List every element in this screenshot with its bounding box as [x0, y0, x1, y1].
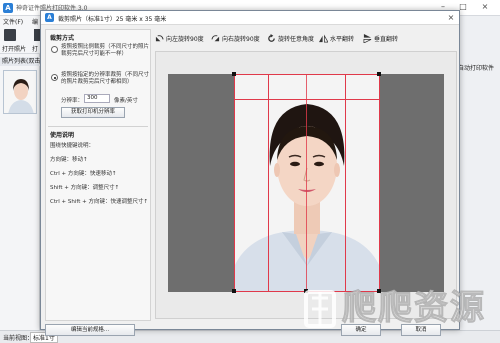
flip-horizontal-icon: [319, 33, 328, 42]
edit-template-button[interactable]: 编辑当前规格...: [45, 324, 135, 336]
watermark-text: 爬爬资源: [342, 288, 486, 329]
open-photo-icon[interactable]: [4, 29, 16, 41]
rotate-left-icon: [155, 34, 164, 41]
dialog-app-icon: A: [45, 13, 54, 22]
flip-vertical-button[interactable]: 垂直翻转: [363, 32, 398, 44]
settings-panel: 裁剪方式 按照按照比例裁剪（不同尺寸的照片裁剪完后尺寸可能不一样） 按照按指定的…: [45, 29, 151, 321]
dialog-title-bar: A 裁剪照片（标准1寸）25 毫米 x 35 毫米 ×: [41, 11, 459, 25]
help-line: Ctrl + 方向键：快速移动↑: [50, 171, 117, 177]
help-title: 使用说明: [50, 132, 75, 139]
rotate-right-icon: [211, 34, 220, 41]
dialog-title: 裁剪照片（标准1寸）25 毫米 x 35 毫米: [58, 16, 167, 23]
portrait-photo[interactable]: [234, 74, 380, 292]
guide-line-head-top: [234, 99, 380, 100]
crop-line-right: [379, 74, 380, 292]
rotate-right-button[interactable]: 向右旋转90度: [211, 32, 260, 44]
menu-edit[interactable]: 编: [32, 17, 38, 26]
watermark: 爬爬资源: [300, 282, 500, 332]
open-photo-button[interactable]: 打开照片: [2, 44, 26, 53]
guide-line-right: [345, 74, 346, 292]
resize-handle-bottom-left[interactable]: [232, 289, 236, 293]
resize-handle-top-left[interactable]: [232, 72, 236, 76]
crop-line-top: [234, 74, 380, 75]
help-line: 方向键：移动↑: [50, 157, 88, 163]
status-label: 当前视图：: [3, 335, 34, 342]
edit-toolbar: 向左旋转90度 向右旋转90度 旋转任意角度 水平翻转 垂直翻转: [155, 29, 457, 47]
help-line: Shift + 方向键：调整尺寸↑: [50, 185, 120, 191]
photo-list-header: 照片列表(双击: [0, 57, 40, 66]
radio-crop-by-dpi[interactable]: [51, 74, 58, 81]
crop-mode-title: 裁剪方式: [50, 35, 75, 42]
help-line: 围绕快捷键说明：: [50, 143, 95, 149]
dialog-close-icon[interactable]: ×: [445, 12, 457, 24]
flip-horizontal-label: 水平翻转: [330, 35, 355, 43]
flip-horizontal-button[interactable]: 水平翻转: [319, 32, 354, 44]
photo-thumbnail[interactable]: [3, 70, 37, 114]
flip-vertical-icon: [363, 33, 372, 43]
option-crop-by-ratio-label[interactable]: 按照按照比例裁剪（不同尺寸的照片裁剪完后尺寸可能不一样）: [61, 44, 149, 58]
rotate-left-button[interactable]: 向左旋转90度: [155, 32, 204, 44]
side-label: 自动打印软件: [458, 65, 495, 72]
menu-file[interactable]: 文件(F): [3, 17, 23, 26]
help-line: Ctrl + Shift + 方向键：快速调整尺寸↑: [50, 199, 149, 205]
dpi-label: 分辨率：: [61, 98, 84, 104]
rotate-any-label: 旋转任意角度: [278, 35, 315, 43]
get-printer-dpi-button[interactable]: 获取打印机分辨率: [61, 107, 125, 118]
radio-crop-by-ratio[interactable]: [51, 46, 58, 53]
guide-line-left: [268, 74, 269, 292]
close-icon[interactable]: ×: [478, 2, 492, 11]
flip-vertical-label: 垂直翻转: [374, 35, 399, 43]
resize-handle-top-right[interactable]: [377, 72, 381, 76]
guide-line-center: [306, 74, 307, 292]
crop-canvas[interactable]: [155, 51, 457, 319]
rotate-any-icon: [268, 33, 275, 42]
crop-line-left: [234, 74, 235, 292]
rotate-left-label: 向左旋转90度: [166, 35, 204, 43]
rotate-right-label: 向右旋转90度: [222, 35, 260, 43]
rotate-any-button[interactable]: 旋转任意角度: [267, 32, 314, 44]
option-crop-by-dpi-label[interactable]: 按照按指定的分辨率裁剪（不同尺寸的照片裁剪完后尺寸都相同）: [61, 72, 149, 86]
dpi-input[interactable]: 300: [84, 94, 110, 103]
open-folder-button[interactable]: 打: [32, 44, 38, 53]
app-logo-icon: A: [3, 3, 13, 13]
divider: [48, 126, 148, 127]
dpi-unit: 像素/英寸: [114, 98, 138, 104]
